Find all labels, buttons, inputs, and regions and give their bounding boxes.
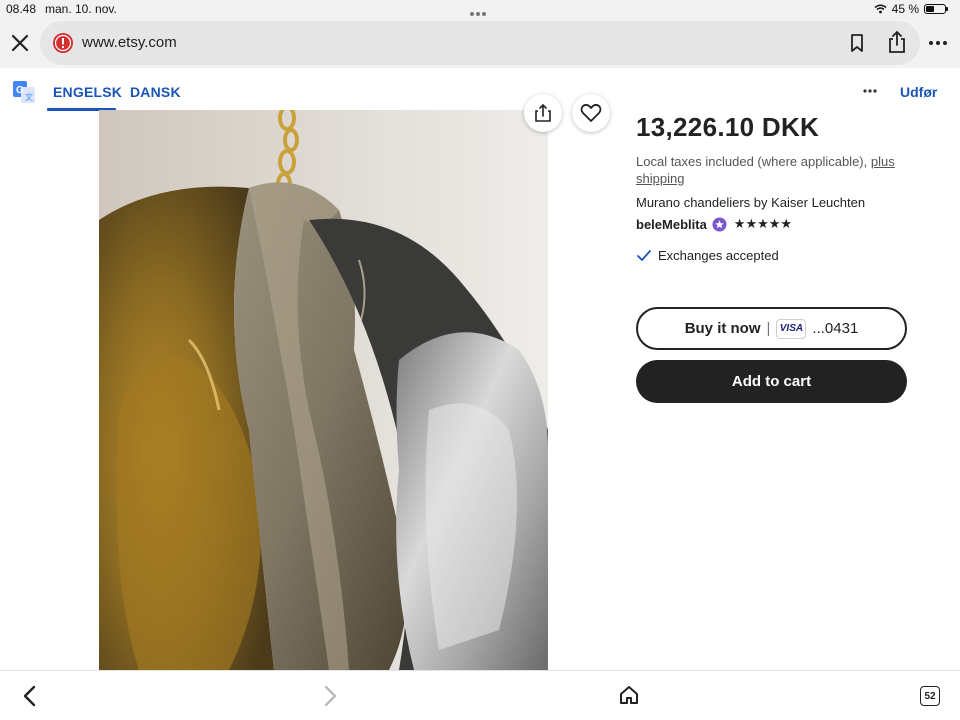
address-bar[interactable]: www.etsy.com xyxy=(40,21,920,65)
image-share-button[interactable] xyxy=(524,94,562,132)
url-text[interactable]: www.etsy.com xyxy=(82,34,177,51)
bottom-toolbar: 52 xyxy=(0,670,960,720)
heart-icon xyxy=(580,103,602,122)
tax-text: Local taxes included (where applicable), xyxy=(636,154,871,169)
star-seller-badge-icon xyxy=(712,216,727,232)
svg-text:文: 文 xyxy=(25,92,33,102)
chandelier-photo xyxy=(99,110,548,670)
tax-info: Local taxes included (where applicable),… xyxy=(636,153,916,187)
card-digits: ...0431 xyxy=(812,320,859,337)
favorite-button[interactable] xyxy=(572,94,610,132)
check-icon xyxy=(637,249,651,261)
status-time: 08.48 xyxy=(6,2,37,16)
buy-it-now-button[interactable]: Buy it now | VISA ...0431 xyxy=(636,307,907,350)
browser-toolbar: www.etsy.com xyxy=(0,18,960,68)
share-icon xyxy=(535,103,551,122)
home-icon[interactable] xyxy=(618,684,640,706)
add-to-cart-button[interactable]: Add to cart xyxy=(636,360,907,403)
product-price: 13,226.10 DKK xyxy=(636,112,820,142)
multitask-dots-icon[interactable] xyxy=(470,5,490,16)
share-icon[interactable] xyxy=(885,29,909,55)
product-title[interactable]: Murano chandeliers by Kaiser Leuchten xyxy=(636,195,865,210)
battery-icon xyxy=(924,4,948,14)
rating-stars[interactable]: ★★★★★ xyxy=(734,216,792,232)
status-right: 45 % xyxy=(874,2,948,16)
google-translate-icon: G 文 xyxy=(13,81,35,103)
seller-name[interactable]: beleMeblita xyxy=(636,217,707,232)
exchanges-row: Exchanges accepted xyxy=(636,248,779,263)
translate-bar: G 文 ENGELSK DANSK Udfør xyxy=(0,68,960,112)
tabs-icon[interactable]: 52 xyxy=(920,686,940,706)
back-icon[interactable] xyxy=(20,684,40,708)
forward-icon[interactable] xyxy=(320,684,340,708)
seller-row: beleMeblita ★★★★★ xyxy=(636,216,792,232)
visa-card-icon: VISA xyxy=(776,318,807,339)
buy-separator: | xyxy=(766,320,771,337)
svg-text:G: G xyxy=(16,85,24,96)
buy-now-label: Buy it now xyxy=(684,320,761,337)
product-image[interactable] xyxy=(99,110,548,670)
tab-english[interactable]: ENGELSK xyxy=(53,84,122,100)
warning-icon[interactable] xyxy=(52,32,74,54)
exchanges-text: Exchanges accepted xyxy=(658,248,779,263)
status-date: man. 10. nov. xyxy=(45,2,117,16)
wifi-icon xyxy=(874,4,887,14)
bookmark-icon[interactable] xyxy=(846,32,868,54)
close-icon[interactable] xyxy=(8,31,32,55)
more-icon[interactable] xyxy=(928,36,948,50)
translate-more-icon[interactable] xyxy=(862,88,878,94)
status-bar: 08.48 man. 10. nov. 45 % xyxy=(0,0,960,18)
translate-done-button[interactable]: Udfør xyxy=(900,84,937,100)
battery-percent: 45 % xyxy=(891,2,919,16)
tab-danish[interactable]: DANSK xyxy=(130,84,181,100)
